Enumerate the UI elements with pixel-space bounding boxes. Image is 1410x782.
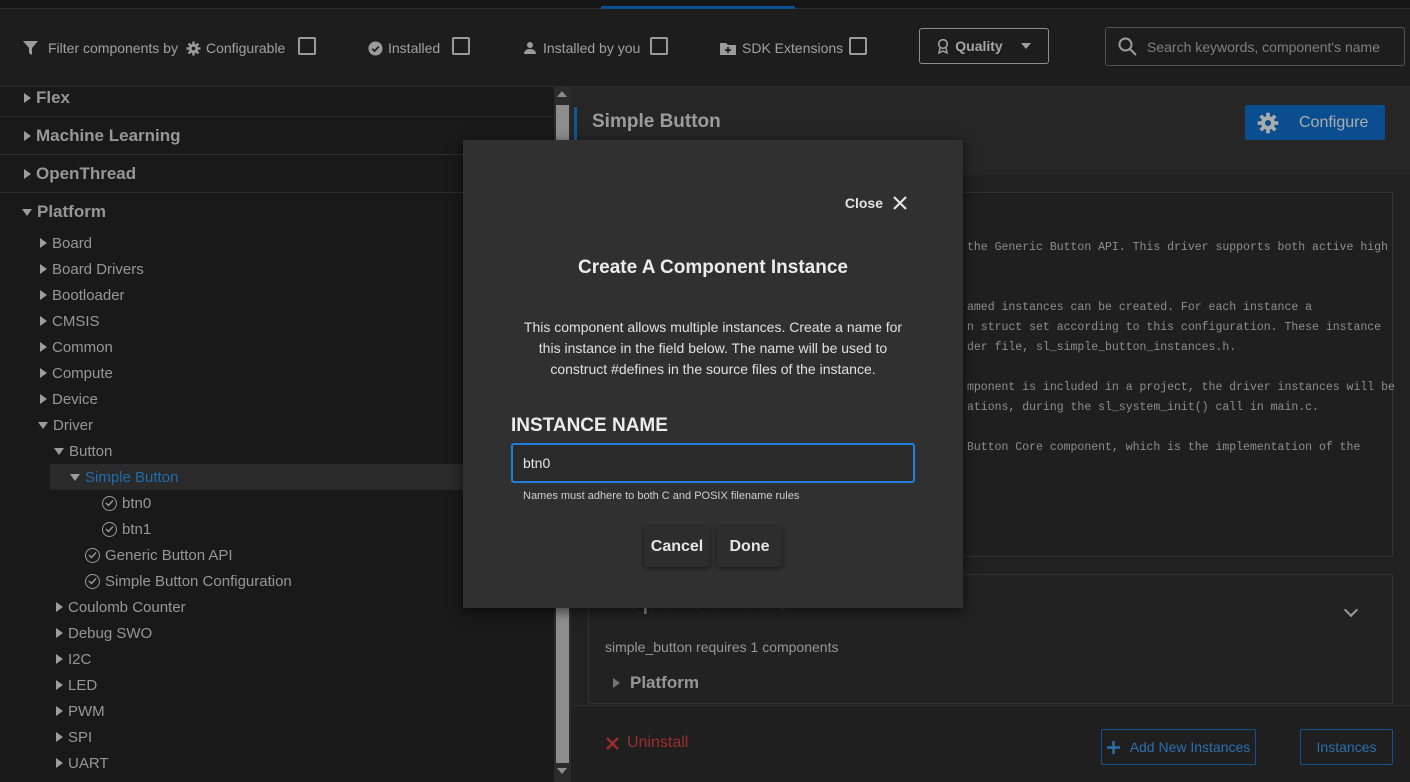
done-button[interactable]: Done	[717, 527, 782, 567]
dialog-title: Create A Component Instance	[578, 257, 848, 278]
close-icon	[893, 196, 907, 210]
instance-name-label: INSTANCE NAME	[511, 415, 668, 436]
close-button[interactable]: Close	[845, 195, 907, 211]
create-instance-dialog: Close Create A Component Instance This c…	[463, 140, 963, 608]
instance-name-field	[511, 443, 915, 483]
instance-name-input[interactable]	[523, 455, 903, 471]
cancel-button[interactable]: Cancel	[644, 527, 710, 567]
instance-name-hint: Names must adhere to both C and POSIX fi…	[523, 490, 800, 502]
dialog-description: This component allows multiple instances…	[523, 319, 903, 377]
